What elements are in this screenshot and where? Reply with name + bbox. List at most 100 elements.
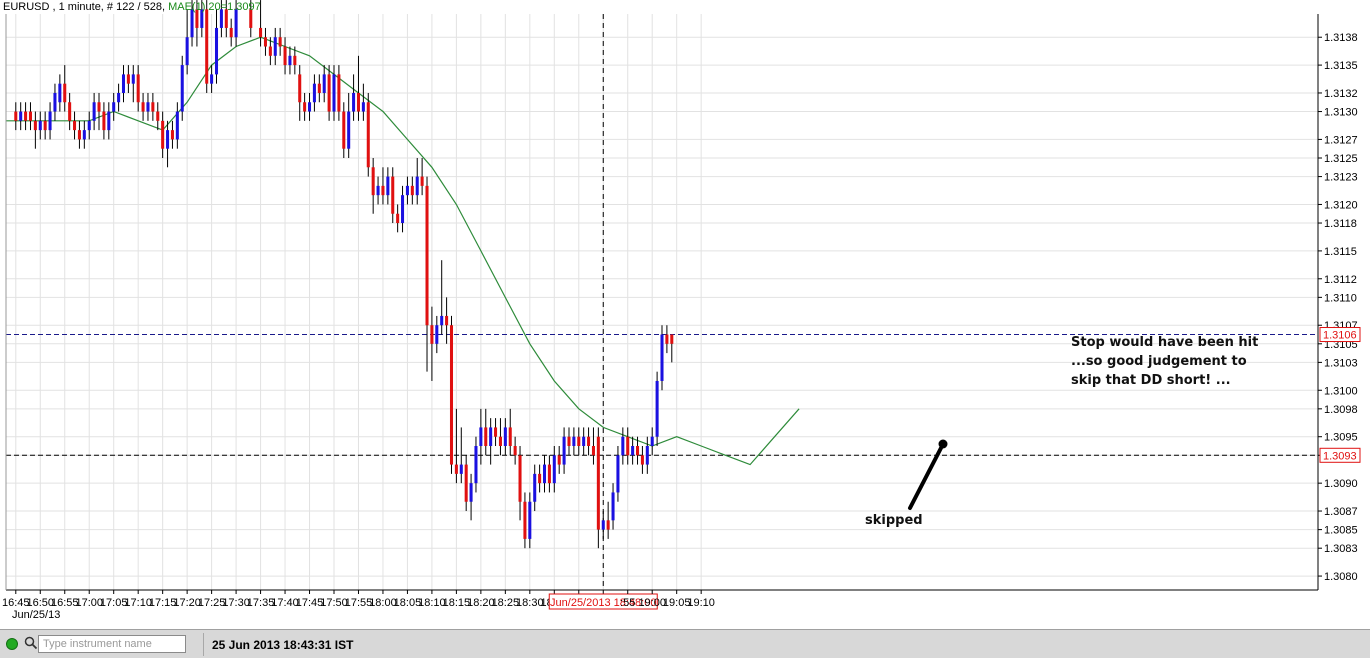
candle-body bbox=[166, 130, 170, 149]
candle-body bbox=[557, 455, 561, 465]
x-tick-label: 18:25 bbox=[492, 597, 520, 609]
candle-body bbox=[420, 176, 424, 186]
candle-body bbox=[146, 102, 150, 112]
candle-body bbox=[322, 74, 326, 93]
candle-body bbox=[342, 111, 346, 149]
x-tick-label: 17:10 bbox=[124, 597, 152, 609]
candle-body bbox=[631, 446, 635, 456]
candle-body bbox=[459, 464, 463, 474]
candle-body bbox=[366, 102, 370, 168]
candle-body bbox=[498, 436, 502, 446]
x-tick-label: 16:50 bbox=[27, 597, 55, 609]
candle-body bbox=[327, 74, 331, 112]
candle-body bbox=[601, 520, 605, 530]
x-tick-label: 17:05 bbox=[100, 597, 128, 609]
candle-body bbox=[513, 446, 517, 456]
candle-body bbox=[87, 120, 91, 131]
price-line-label: 1.3106 bbox=[1323, 330, 1357, 342]
candle-body bbox=[474, 446, 478, 484]
date-label: Jun/25/13 bbox=[12, 609, 61, 621]
ma-header-text: MAE(1) 20=1.3097 bbox=[168, 1, 261, 13]
annotation-skipped: skipped bbox=[865, 513, 923, 528]
y-tick-label: 1.3100 bbox=[1324, 385, 1358, 397]
candle-body bbox=[454, 464, 458, 474]
instrument-search-input[interactable] bbox=[38, 635, 186, 653]
y-tick-label: 1.3130 bbox=[1324, 107, 1358, 119]
candle-body bbox=[587, 436, 591, 446]
y-tick-label: 1.3085 bbox=[1324, 525, 1358, 537]
x-tick-label: 17:30 bbox=[222, 597, 250, 609]
candle-body bbox=[552, 455, 556, 484]
candle-body bbox=[210, 74, 214, 84]
x-tick-label: 16:55 bbox=[51, 597, 79, 609]
candle-body bbox=[347, 111, 351, 149]
status-datetime: 25 Jun 2013 18:43:31 IST bbox=[212, 638, 354, 652]
y-tick-label: 1.3127 bbox=[1324, 134, 1358, 146]
candle-body bbox=[489, 427, 493, 446]
x-tick-label: 17:50 bbox=[320, 597, 348, 609]
candle-body bbox=[616, 455, 620, 493]
x-tick-label: 17:20 bbox=[173, 597, 201, 609]
chart-header: EURUSD , 1 minute, # 122 / 528, MAE(1) 2… bbox=[3, 1, 261, 13]
candle-body bbox=[259, 27, 263, 38]
candle-body bbox=[582, 436, 586, 446]
candle-body bbox=[161, 120, 165, 149]
candle-body bbox=[102, 111, 106, 131]
candle-body bbox=[117, 92, 121, 103]
candle-body bbox=[288, 55, 292, 66]
x-tick-label: 16:45 bbox=[2, 597, 30, 609]
candle-body bbox=[28, 111, 32, 121]
candle-body bbox=[401, 195, 405, 224]
x-tick-label: 17:55 bbox=[345, 597, 373, 609]
candle-body bbox=[121, 74, 126, 93]
candle-body bbox=[645, 446, 649, 465]
candle-body bbox=[14, 111, 18, 121]
x-tick-label: 18:15 bbox=[443, 597, 471, 609]
candle-body bbox=[518, 455, 522, 502]
candle-body bbox=[263, 37, 267, 47]
candle-body bbox=[131, 74, 135, 84]
candle-body bbox=[63, 83, 67, 103]
annotation-stop-line1: Stop would have been hit bbox=[1071, 335, 1259, 350]
x-tick-label: 17:45 bbox=[296, 597, 324, 609]
candle-body bbox=[396, 213, 400, 224]
candle-body bbox=[82, 130, 86, 140]
x-tick-label: :55 bbox=[620, 597, 635, 609]
candle-body bbox=[479, 427, 483, 446]
instrument-header-text: EURUSD , 1 minute, # 122 / 528, bbox=[3, 1, 166, 13]
candle-body bbox=[361, 102, 365, 112]
candle-body bbox=[298, 74, 302, 103]
search-icon[interactable] bbox=[24, 636, 38, 650]
candle-body bbox=[528, 501, 532, 539]
candle-body bbox=[533, 473, 537, 502]
y-tick-label: 1.3132 bbox=[1324, 88, 1358, 100]
candle-body bbox=[283, 46, 287, 66]
candle-body bbox=[268, 46, 272, 56]
y-tick-label: 1.3103 bbox=[1324, 357, 1358, 369]
candle-body bbox=[503, 427, 507, 446]
y-tick-label: 1.3125 bbox=[1324, 153, 1358, 165]
skipped-entry-marker bbox=[938, 439, 948, 449]
annotation-stop-line2: ...so good judgement to bbox=[1071, 354, 1247, 369]
candlestick-chart[interactable]: 16:4516:5016:5517:0017:0517:1017:1517:20… bbox=[0, 0, 1370, 628]
candle-body bbox=[405, 185, 409, 196]
candle-body bbox=[273, 37, 277, 56]
candle-body bbox=[136, 74, 140, 103]
y-tick-label: 1.3080 bbox=[1324, 571, 1358, 583]
candle-body bbox=[185, 37, 189, 66]
x-tick-label: 17:40 bbox=[271, 597, 299, 609]
candle-body bbox=[449, 325, 454, 465]
candle-body bbox=[636, 446, 640, 456]
candle-body bbox=[562, 436, 566, 465]
candle-body bbox=[381, 185, 385, 196]
candle-body bbox=[170, 130, 174, 140]
status-divider bbox=[203, 633, 204, 656]
y-tick-label: 1.3087 bbox=[1324, 506, 1358, 518]
candle-body bbox=[611, 492, 615, 521]
candle-body bbox=[53, 92, 57, 112]
y-tick-label: 1.3115 bbox=[1324, 246, 1357, 258]
candle-body bbox=[660, 334, 664, 381]
x-tick-label: 19:10 bbox=[687, 597, 715, 609]
candle-body bbox=[371, 167, 375, 196]
candle-body bbox=[175, 111, 179, 140]
